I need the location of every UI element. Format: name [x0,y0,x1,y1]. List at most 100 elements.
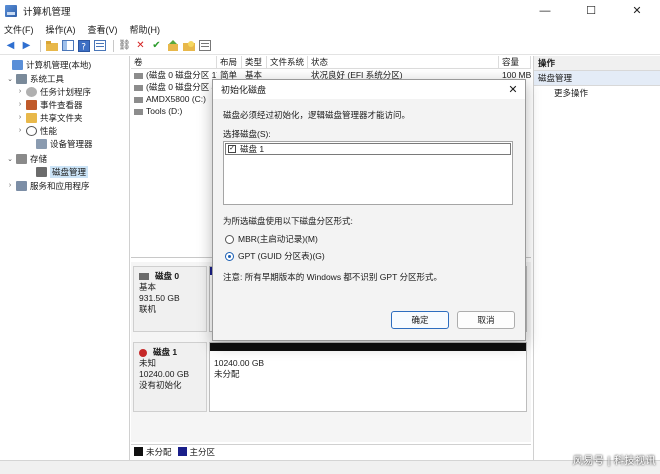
rescan-icon[interactable] [166,39,179,52]
disk-select-list[interactable]: ✓ 磁盘 1 [223,141,513,205]
partition-size: 10240.00 GB [214,358,265,368]
expand-toggle-icon[interactable]: ⌄ [6,155,14,163]
dialog-close-icon[interactable]: ✕ [506,83,520,97]
tree-item-storage[interactable]: ⌄ 存储 [6,152,47,165]
column-header-filesystem[interactable]: 文件系统 [267,56,308,68]
tree-item-system-tools[interactable]: ⌄ 系统工具 [6,72,64,85]
column-header-volume[interactable]: 卷 [131,56,217,68]
services-icon [16,180,27,191]
back-arrow-icon[interactable]: ◀ [4,39,17,52]
expand-arrow-icon[interactable]: › [6,182,14,189]
legend-swatch-unallocated [134,447,143,456]
actions-header: 操作 [534,56,660,71]
ok-button[interactable]: 确定 [391,311,449,329]
toolbar-divider [40,39,41,52]
show-hide-tree-icon[interactable] [61,39,74,52]
more-actions-link[interactable]: 更多操作 [534,86,660,101]
tree-item-disk-management[interactable]: 磁盘管理 [26,165,89,178]
tools-icon [16,73,27,84]
menu-action[interactable]: 操作(A) [46,23,76,36]
expand-arrow-icon[interactable]: › [16,114,24,121]
volume-name: (磁盘 0 磁盘分区 4) [146,82,217,92]
minimize-button[interactable]: — [522,0,568,21]
window-title: 计算机管理 [23,6,71,18]
check-icon[interactable]: ✔ [150,39,163,52]
tree-item-task-scheduler[interactable]: › 任务计划程序 [16,85,91,98]
navigation-tree: 计算机管理(本地) ⌄ 系统工具 › 任务计划程序 › 事件查看器 › 共享文件… [0,56,130,474]
disk-1-unallocated[interactable]: 10240.00 GB 未分配 [209,342,527,412]
menu-bar: 文件(F) 操作(A) 查看(V) 帮助(H) [0,21,660,37]
folder-up-icon[interactable] [45,39,58,52]
disk-state: 联机 [139,304,157,314]
tree-label: 共享文件夹 [40,112,83,123]
disk-1-info[interactable]: 磁盘 1 未知 10240.00 GB 没有初始化 [133,342,207,412]
column-header-type[interactable]: 类型 [242,56,267,68]
view-list-icon[interactable] [198,39,211,52]
expand-toggle-icon[interactable]: ⌄ [6,75,14,83]
tree-item-event-viewer[interactable]: › 事件查看器 [16,98,83,111]
disk-select-item[interactable]: ✓ 磁盘 1 [225,143,511,155]
tree-label: 设备管理器 [50,138,93,149]
close-button[interactable]: ✕ [614,0,660,21]
delete-icon[interactable]: ✕ [134,39,147,52]
gpt-option[interactable]: GPT (GUID 分区表)(G) [225,250,325,262]
disk-name: 磁盘 1 [153,347,178,357]
tree-label: 系统工具 [30,73,65,84]
clock-icon [26,86,37,97]
tree-item-services[interactable]: › 服务和应用程序 [6,179,90,192]
gpt-label: GPT (GUID 分区表)(G) [238,251,325,261]
event-viewer-icon [26,99,37,110]
volume-name: (磁盘 0 磁盘分区 1) [146,70,217,80]
help-icon[interactable]: ? [77,39,90,52]
refresh-folder-icon[interactable] [182,39,195,52]
mbr-option[interactable]: MBR(主启动记录)(M) [225,233,318,245]
volume-icon [134,108,143,115]
select-disk-label: 选择磁盘(S): [223,129,271,139]
svg-text:?: ? [81,42,86,52]
expand-arrow-icon[interactable]: › [16,101,24,108]
column-header-capacity[interactable]: 容量 [499,56,531,68]
disk-item-label: 磁盘 1 [240,144,265,154]
disk-checkbox[interactable]: ✓ [228,145,236,153]
legend-unallocated: 未分配 [146,446,172,457]
device-manager-icon [36,138,47,149]
maximize-button[interactable]: ☐ [568,0,614,21]
actions-section-disk-management[interactable]: 磁盘管理 [534,71,660,86]
expand-arrow-icon[interactable]: › [16,88,24,95]
tree-item-performance[interactable]: › 性能 [16,124,57,137]
column-header-layout[interactable]: 布局 [217,56,242,68]
partition-bar [210,343,526,351]
partition-state: 未分配 [214,369,240,379]
mbr-radio[interactable] [225,234,234,244]
disk-size: 10240.00 GB [139,369,190,379]
connect-icon[interactable]: ⛓ [118,39,131,52]
cancel-button[interactable]: 取消 [457,311,515,329]
tree-root[interactable]: 计算机管理(本地) [2,58,91,71]
volume-icon [134,84,143,91]
disk-uninitialized-icon [139,348,147,357]
disk-0-info[interactable]: 磁盘 0 基本 931.50 GB 联机 [133,266,207,332]
column-header-status[interactable]: 状态 [308,56,499,68]
disk-type: 基本 [139,282,157,292]
mbr-label: MBR(主启动记录)(M) [238,234,318,244]
tree-root-label: 计算机管理(本地) [26,59,92,70]
dialog-message: 磁盘必须经过初始化，逻辑磁盘管理器才能访问。 [223,110,411,120]
tree-label: 性能 [40,125,58,136]
menu-help[interactable]: 帮助(H) [130,23,161,36]
toolbar: ◀ ▶ ? ⛓ ✕ ✔ [0,37,660,55]
tree-label: 事件查看器 [40,99,83,110]
properties-icon[interactable] [93,39,106,52]
gpt-radio[interactable] [225,251,234,261]
forward-arrow-icon[interactable]: ▶ [20,39,33,52]
initialize-disk-dialog: 初始化磁盘 ✕ 磁盘必须经过初始化，逻辑磁盘管理器才能访问。 选择磁盘(S): … [212,79,526,341]
dialog-body: 磁盘必须经过初始化，逻辑磁盘管理器才能访问。 选择磁盘(S): ✓ 磁盘 1 为… [213,99,525,340]
partition-style-label: 为所选磁盘使用以下磁盘分区形式: [223,216,353,226]
menu-view[interactable]: 查看(V) [88,23,118,36]
computer-management-icon [5,4,17,17]
tree-label: 磁盘管理 [50,165,89,178]
tree-item-shared-folders[interactable]: › 共享文件夹 [16,111,83,124]
tree-item-device-manager[interactable]: 设备管理器 [26,137,93,150]
menu-file[interactable]: 文件(F) [4,23,34,36]
toolbar-divider [113,39,114,52]
expand-arrow-icon[interactable]: › [16,127,24,134]
